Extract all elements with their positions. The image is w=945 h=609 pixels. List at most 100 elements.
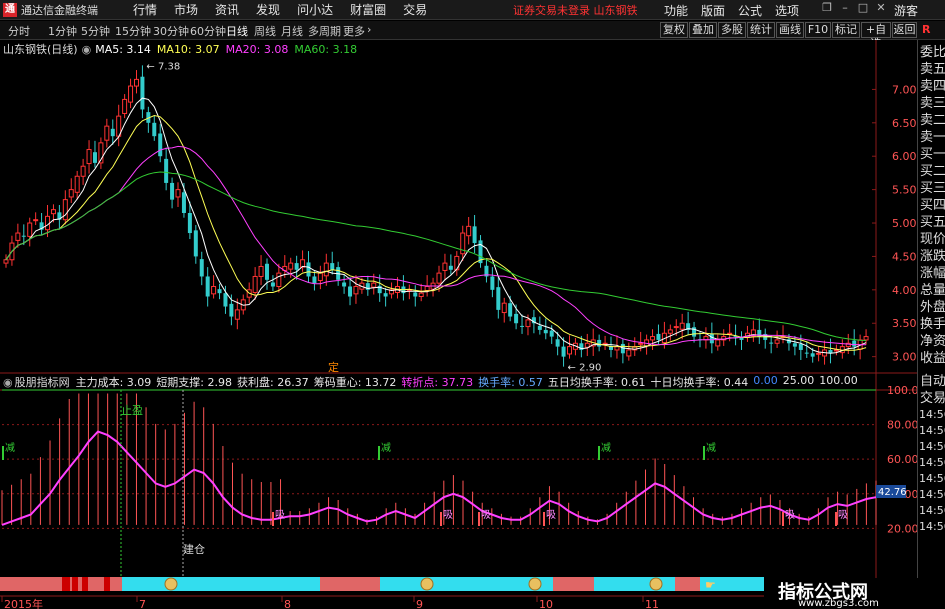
money-bag-icon (164, 577, 178, 591)
period-tab-weekly[interactable]: 周线 (254, 23, 276, 39)
indicator-legend: ◉ 股朋指标网 主力成本: 3.09 短期支撑: 2.98 获利盘: 26.37 筹码… (0, 374, 917, 390)
candle-body-up (406, 289, 412, 292)
r-badge-icon[interactable]: R (922, 23, 930, 36)
settings-gear-icon[interactable]: ◉ (82, 43, 92, 56)
period-tab-5min[interactable]: 5分钟 (81, 23, 110, 39)
login-notice[interactable]: 证券交易未登录 山东钢铁 (513, 2, 638, 18)
fuquan-button[interactable]: 复权 (660, 22, 688, 38)
absorb-signal-5: 吸 (838, 510, 848, 521)
candle-body-down (294, 263, 299, 270)
menu-discover[interactable]: 发现 (256, 1, 280, 18)
candle-body-down (170, 182, 175, 200)
trend-band-segment (320, 577, 380, 591)
menu-market[interactable]: 市场 (174, 1, 198, 18)
candle-body-down (810, 353, 815, 357)
stats-button[interactable]: 统计 (747, 22, 775, 38)
guest-login[interactable]: 游客 (894, 2, 918, 19)
period-tab-daily[interactable]: 日线 (226, 23, 248, 39)
trend-band-mark (62, 577, 70, 591)
menu-formula[interactable]: 公式 (738, 2, 762, 19)
candle-body-up (525, 319, 531, 328)
x-axis-label-4: 10 (539, 598, 553, 609)
indicator-settings-icon[interactable]: ◉ (3, 376, 13, 389)
absorb-signal-3: 吸 (546, 510, 556, 521)
candle-body-down (193, 230, 198, 257)
candle-body-up (74, 175, 80, 193)
f10-button[interactable]: F10 (805, 22, 831, 38)
menu-options[interactable]: 选项 (775, 2, 799, 19)
menu-function[interactable]: 功能 (664, 2, 688, 19)
indicator-value-9: 25.00 (782, 374, 815, 387)
back-button[interactable]: 返回 (892, 22, 917, 38)
money-bag-icon (420, 577, 434, 591)
sub-y-tick-label: 60.00 (887, 453, 917, 466)
main-y-tick-label: 5.00 (892, 217, 917, 230)
candle-body-down (852, 340, 857, 347)
candle-body-down (312, 276, 317, 284)
multi-stock-button[interactable]: 多股 (718, 22, 746, 38)
menu-layout[interactable]: 版面 (701, 2, 725, 19)
period-tab-multi[interactable]: 多周期 (308, 23, 341, 39)
chevron-right-icon[interactable]: › (367, 23, 371, 36)
period-tab-60min[interactable]: 60分钟 (190, 23, 226, 39)
menu-trade[interactable]: 交易 (403, 1, 427, 18)
period-tab-fenshi[interactable]: 分时 (8, 23, 30, 39)
period-tab-15min[interactable]: 15分钟 (115, 23, 151, 39)
restore-icon[interactable]: ❐ (818, 1, 836, 14)
auto-trade-label-1[interactable]: 交易 (918, 390, 945, 407)
main-y-tick-label: 3.50 (892, 317, 917, 330)
candle-body-up (673, 326, 679, 329)
menu-quotes[interactable]: 行情 (133, 1, 157, 18)
add-watchlist-button[interactable]: +自选 (861, 22, 891, 50)
candle-body-down (270, 282, 275, 287)
quote-field-3: 卖三 (920, 96, 945, 111)
trend-band-segment (594, 577, 675, 591)
tick-time-3: 14:56 (919, 456, 945, 469)
candle-body-down (490, 276, 495, 290)
candle-body-up (667, 329, 673, 334)
indicator-value-4: 转折点: 37.73 (401, 376, 474, 389)
period-toolbar: 分时 1分钟 5分钟 15分钟 30分钟 60分钟 日线 周线 月线 多周期 更… (0, 21, 945, 50)
candle-body-up (80, 165, 86, 177)
minimize-icon[interactable]: – (836, 1, 854, 14)
candle-body-down (597, 339, 602, 347)
auto-trade-label-0[interactable]: 自动 (918, 373, 945, 390)
candle-body-up (715, 339, 721, 347)
maximize-icon[interactable]: □ (854, 1, 872, 14)
overlay-button[interactable]: 叠加 (689, 22, 717, 38)
indicator-value-7: 十日均换手率: 0.44 (650, 376, 749, 389)
period-tab-more[interactable]: 更多 (343, 23, 365, 39)
trend-band-segment (553, 577, 594, 591)
absorb-signal-1: 吸 (443, 510, 453, 521)
menu-wealth[interactable]: 财富圈 (350, 1, 386, 18)
menu-news[interactable]: 资讯 (215, 1, 239, 18)
absorb-signal-0: 吸 (275, 510, 285, 521)
menu-ask[interactable]: 问小达 (297, 1, 333, 18)
period-tab-monthly[interactable]: 月线 (281, 23, 303, 39)
tick-time-5: 14:56 (919, 488, 945, 501)
main-y-tick-label: 4.50 (892, 250, 917, 263)
kline-chart[interactable]: 7.006.506.005.505.004.504.003.503.00100.… (0, 40, 917, 609)
x-axis-label-3: 9 (416, 598, 423, 609)
tick-time-6: 14:56 (919, 504, 945, 517)
candle-body-down (798, 343, 803, 350)
quote-field-13: 涨幅 (920, 266, 945, 281)
high-price-annotation: ← 7.38 (146, 61, 180, 72)
candle-body-up (175, 189, 181, 198)
tick-time-4: 14:56 (919, 472, 945, 485)
absorb-signal-bar (440, 512, 442, 526)
absorb-signal-bar (782, 512, 784, 526)
close-icon[interactable]: ✕ (872, 1, 890, 14)
period-tab-30min[interactable]: 30分钟 (153, 23, 189, 39)
indicator-value-0: 主力成本: 3.09 (75, 376, 152, 389)
period-tab-1min[interactable]: 1分钟 (48, 23, 77, 39)
draw-line-button[interactable]: 画线 (776, 22, 804, 38)
stock-name-label[interactable]: 山东钢铁(日线) (3, 41, 78, 57)
reduce-signal-0: 减 (5, 442, 15, 454)
mark-button[interactable]: 标记 (832, 22, 860, 38)
low-price-annotation: ← 2.90 (568, 363, 602, 374)
quote-field-8: 买三 (920, 181, 945, 196)
indicator-name[interactable]: 股朋指标网 (15, 374, 70, 390)
money-bag-icon (649, 577, 663, 591)
main-legend: 山东钢铁(日线) ◉ MA5: 3.14 MA10: 3.07 MA20: 3.… (0, 41, 357, 57)
